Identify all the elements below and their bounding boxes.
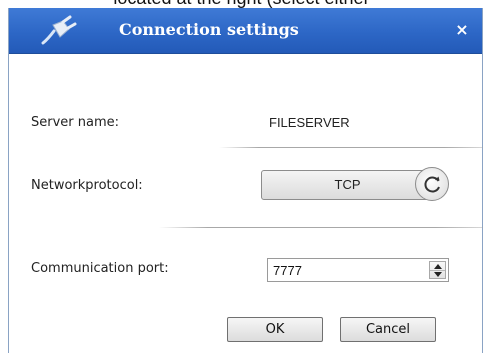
server-name-label: Server name: — [31, 115, 120, 130]
close-icon[interactable]: × — [452, 20, 472, 40]
cancel-button[interactable]: Cancel — [340, 317, 436, 342]
port-spinner[interactable] — [429, 261, 446, 279]
ok-button[interactable]: OK — [227, 317, 323, 342]
dialog-title: Connection settings — [119, 20, 299, 39]
network-protocol-label: Networkprotocol: — [31, 178, 143, 193]
communication-port-input[interactable]: 7777 — [267, 258, 449, 282]
communication-port-label: Communication port: — [31, 261, 169, 276]
separator — [159, 227, 483, 228]
cycle-icon[interactable] — [415, 167, 449, 201]
plug-icon — [39, 13, 79, 51]
communication-port-value: 7777 — [273, 263, 302, 278]
separator — [219, 147, 483, 148]
spin-down-icon[interactable] — [430, 270, 445, 278]
page: located at the right (select either Conn… — [0, 0, 483, 353]
network-protocol-button[interactable]: TCP — [261, 170, 434, 200]
connection-settings-dialog: Connection settings × Server name: FILES… — [8, 8, 483, 353]
server-name-value: FILESERVER — [269, 115, 350, 130]
titlebar: Connection settings × — [9, 8, 482, 54]
